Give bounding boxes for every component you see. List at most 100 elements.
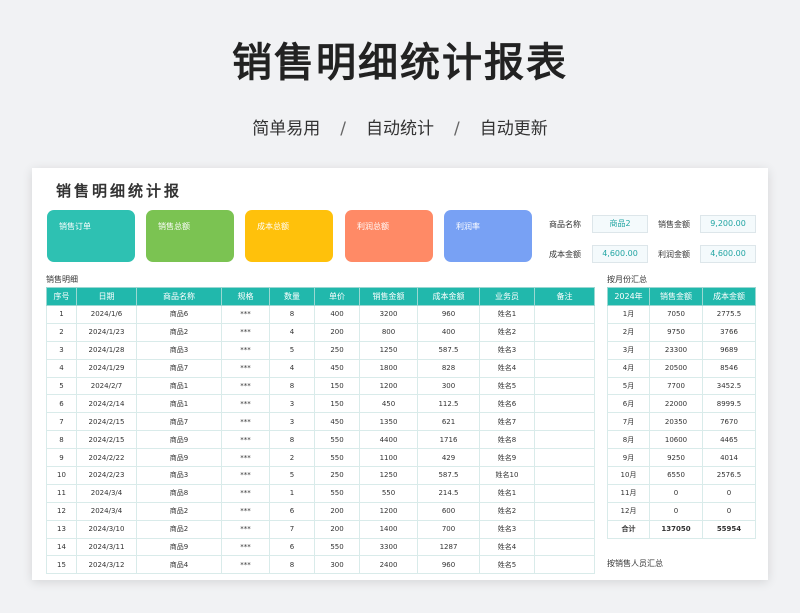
table-cell[interactable]: 2024/2/14 (76, 394, 137, 414)
table-cell[interactable]: 商品8 (136, 483, 222, 503)
kpi-card-cost[interactable]: 成本总额 (245, 210, 333, 262)
table-cell[interactable]: 2024/3/11 (76, 537, 137, 557)
table-cell[interactable]: 14 (46, 537, 77, 557)
kpi-card-orders[interactable]: 销售订单 (47, 210, 135, 262)
table-cell[interactable]: 12 (46, 501, 77, 521)
table-cell[interactable]: 400 (314, 305, 360, 324)
table-cell[interactable]: 商品2 (136, 501, 222, 521)
table-cell[interactable]: 商品9 (136, 537, 222, 557)
table-cell[interactable] (534, 501, 595, 521)
table-cell[interactable]: 7670 (702, 412, 756, 432)
month-row[interactable]: 12月 0 0 (607, 501, 756, 521)
table-cell[interactable]: 10 (46, 466, 77, 485)
table-cell[interactable]: 商品3 (136, 466, 222, 485)
table-cell[interactable]: 1800 (359, 358, 418, 378)
table-cell[interactable]: 587.5 (417, 466, 480, 485)
table-cell[interactable]: *** (221, 340, 270, 360)
table-cell[interactable]: 6 (269, 501, 315, 521)
table-cell[interactable]: *** (221, 537, 270, 557)
table-cell[interactable]: 4 (46, 358, 77, 378)
table-cell[interactable]: 450 (359, 394, 418, 414)
table-cell[interactable]: 姓名4 (479, 358, 535, 378)
month-row[interactable]: 7月 20350 7670 (607, 412, 756, 432)
detail-row[interactable]: 3 2024/1/28 商品3 *** 5 250 1250 587.5 姓名3 (46, 340, 595, 360)
table-cell[interactable]: 450 (314, 358, 360, 378)
table-cell[interactable]: 300 (417, 376, 480, 396)
total-row[interactable]: 合计 137050 55954 (607, 519, 756, 539)
table-cell[interactable]: 15 (46, 555, 77, 575)
table-cell[interactable]: 8 (46, 430, 77, 450)
table-cell[interactable]: 4465 (702, 430, 756, 450)
table-cell[interactable]: *** (221, 322, 270, 342)
table-cell[interactable]: 0 (649, 501, 703, 521)
table-cell[interactable]: 20350 (649, 412, 703, 432)
table-cell[interactable]: 8 (269, 305, 315, 324)
column-header[interactable]: 业务员 (479, 287, 535, 306)
table-cell[interactable]: 1 (269, 483, 315, 503)
table-cell[interactable]: 1716 (417, 430, 480, 450)
table-cell[interactable] (534, 305, 595, 324)
table-cell[interactable]: 960 (417, 555, 480, 575)
table-cell[interactable]: 商品2 (136, 519, 222, 539)
table-cell[interactable]: 3452.5 (702, 376, 756, 396)
table-cell[interactable] (534, 448, 595, 468)
table-cell[interactable]: 55954 (702, 519, 756, 539)
table-cell[interactable]: 合计 (607, 519, 650, 539)
table-cell[interactable]: 姓名5 (479, 555, 535, 575)
table-cell[interactable] (534, 555, 595, 575)
table-cell[interactable]: *** (221, 376, 270, 396)
table-cell[interactable] (534, 340, 595, 360)
table-cell[interactable]: 400 (417, 322, 480, 342)
table-cell[interactable]: 7月 (607, 412, 650, 432)
table-cell[interactable]: 8999.5 (702, 394, 756, 414)
table-cell[interactable]: 商品7 (136, 412, 222, 432)
table-cell[interactable]: 2月 (607, 322, 650, 342)
table-cell[interactable]: 8546 (702, 358, 756, 378)
table-cell[interactable]: 姓名10 (479, 466, 535, 485)
table-cell[interactable] (534, 412, 595, 432)
table-cell[interactable] (534, 537, 595, 557)
detail-row[interactable]: 9 2024/2/22 商品9 *** 2 550 1100 429 姓名9 (46, 448, 595, 468)
table-cell[interactable]: 2024/2/7 (76, 376, 137, 396)
table-cell[interactable]: 姓名3 (479, 340, 535, 360)
table-cell[interactable]: 商品1 (136, 376, 222, 396)
table-cell[interactable]: 3 (46, 340, 77, 360)
table-cell[interactable]: *** (221, 466, 270, 485)
table-cell[interactable]: *** (221, 358, 270, 378)
table-cell[interactable]: 4400 (359, 430, 418, 450)
detail-row[interactable]: 2 2024/1/23 商品2 *** 4 200 800 400 姓名2 (46, 322, 595, 342)
table-cell[interactable]: 1 (46, 305, 77, 324)
table-cell[interactable]: 姓名4 (479, 537, 535, 557)
table-cell[interactable]: 550 (314, 430, 360, 450)
table-cell[interactable]: 商品9 (136, 430, 222, 450)
table-cell[interactable] (534, 322, 595, 342)
table-cell[interactable]: *** (221, 430, 270, 450)
table-cell[interactable]: 商品2 (136, 322, 222, 342)
column-header[interactable]: 成本金额 (702, 287, 756, 306)
table-cell[interactable]: 2024/3/4 (76, 483, 137, 503)
table-cell[interactable]: *** (221, 448, 270, 468)
detail-row[interactable]: 6 2024/2/14 商品1 *** 3 150 450 112.5 姓名6 (46, 394, 595, 414)
table-cell[interactable]: 姓名5 (479, 376, 535, 396)
table-cell[interactable]: 姓名2 (479, 322, 535, 342)
table-cell[interactable]: *** (221, 305, 270, 324)
table-cell[interactable]: 1200 (359, 501, 418, 521)
table-cell[interactable]: 0 (702, 501, 756, 521)
month-row[interactable]: 6月 22000 8999.5 (607, 394, 756, 414)
table-cell[interactable]: 250 (314, 340, 360, 360)
month-row[interactable]: 1月 7050 2775.5 (607, 305, 756, 324)
table-cell[interactable]: 2576.5 (702, 466, 756, 485)
detail-row[interactable]: 11 2024/3/4 商品8 *** 1 550 550 214.5 姓名1 (46, 483, 595, 503)
table-cell[interactable]: 8 (269, 376, 315, 396)
table-cell[interactable]: 621 (417, 412, 480, 432)
detail-row[interactable]: 7 2024/2/15 商品7 *** 3 450 1350 621 姓名7 (46, 412, 595, 432)
month-row[interactable]: 8月 10600 4465 (607, 430, 756, 450)
column-header[interactable]: 数量 (269, 287, 315, 306)
month-row[interactable]: 5月 7700 3452.5 (607, 376, 756, 396)
table-cell[interactable]: 2024/3/12 (76, 555, 137, 575)
table-cell[interactable]: 姓名6 (479, 394, 535, 414)
table-cell[interactable]: 2 (46, 322, 77, 342)
kpi-card-margin[interactable]: 利润率 (444, 210, 532, 262)
table-cell[interactable]: 2024/3/10 (76, 519, 137, 539)
table-cell[interactable]: 3766 (702, 322, 756, 342)
